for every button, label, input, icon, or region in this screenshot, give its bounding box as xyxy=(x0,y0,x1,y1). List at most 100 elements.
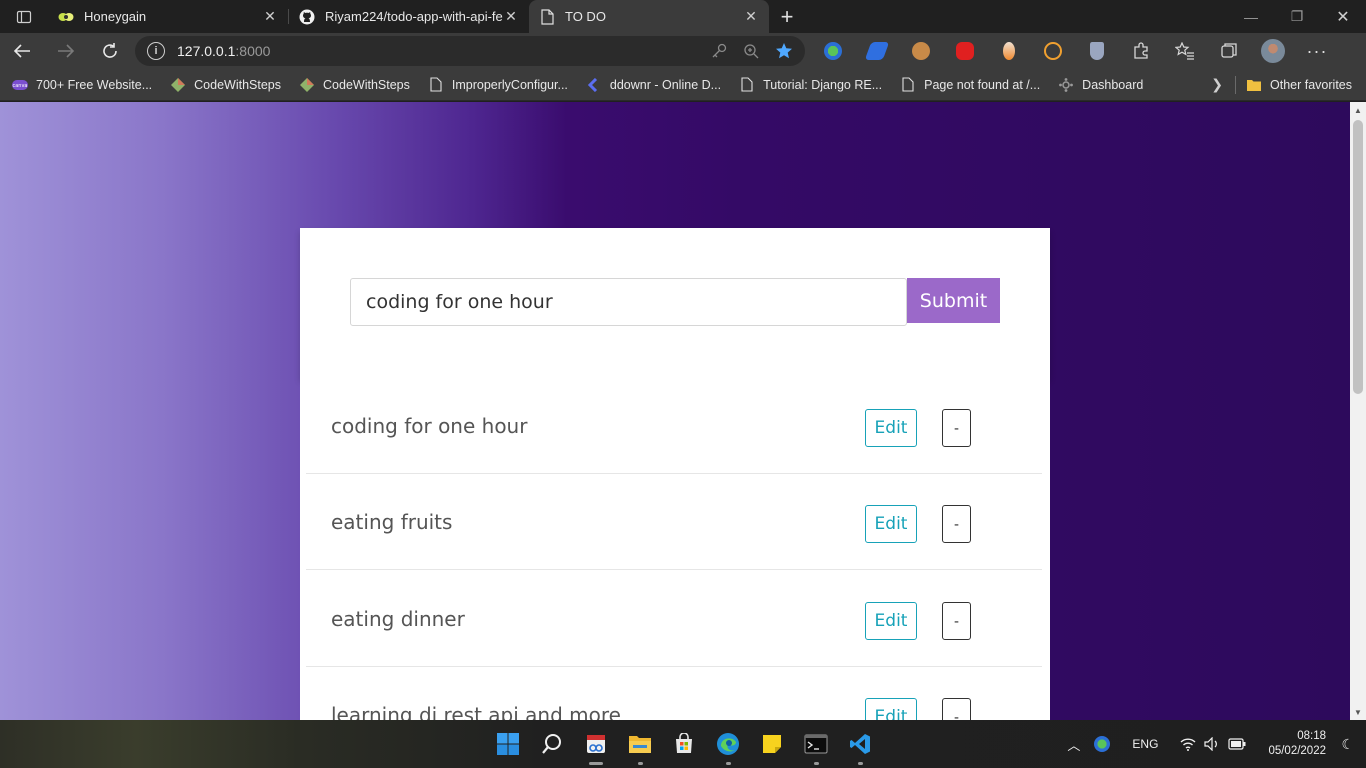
bookmark-item[interactable]: CodeWithSteps xyxy=(299,77,410,93)
extension-adblock-icon[interactable] xyxy=(943,33,987,69)
edge-app[interactable] xyxy=(706,720,750,768)
page-scrollbar[interactable]: ▲ ▼ xyxy=(1350,102,1366,720)
store-icon xyxy=(676,733,692,753)
delete-button[interactable]: - xyxy=(942,409,971,447)
scroll-down-icon[interactable]: ▼ xyxy=(1350,704,1366,720)
scrollbar-thumb[interactable] xyxy=(1353,120,1363,394)
page-viewport: coding for one hour Submit coding for on… xyxy=(0,102,1350,720)
focus-assist-icon[interactable]: ☾ xyxy=(1341,736,1354,753)
bookmark-label: CodeWithSteps xyxy=(194,77,282,92)
sticky-notes-app[interactable] xyxy=(750,720,794,768)
new-tab-button[interactable]: + xyxy=(769,0,805,33)
close-window-icon[interactable]: ✕ xyxy=(1320,0,1366,33)
todo-item: learning dj rest api and more Edit - xyxy=(306,667,1042,720)
vscode-app[interactable] xyxy=(838,720,882,768)
svg-text:canva: canva xyxy=(12,83,27,89)
extension-timer-icon[interactable] xyxy=(1031,33,1075,69)
address-bar[interactable]: i 127.0.0.1:8000 xyxy=(135,36,805,66)
chevron-right-icon[interactable]: ❯ xyxy=(1211,76,1223,93)
bookmark-item[interactable]: Page not found at /... xyxy=(900,77,1040,93)
restore-icon[interactable]: ❐ xyxy=(1274,0,1320,33)
microsoft-store-app[interactable] xyxy=(662,720,706,768)
terminal-app[interactable] xyxy=(794,720,838,768)
submit-button[interactable]: Submit xyxy=(907,278,1000,323)
extension-blue-icon[interactable] xyxy=(855,33,899,69)
tab-github[interactable]: Riyam224/todo-app-with-api-fe ✕ xyxy=(289,0,529,33)
language-indicator[interactable]: ENG xyxy=(1132,737,1158,751)
todo-item: coding for one hour Edit - xyxy=(306,378,1042,474)
todo-text: learning dj rest api and more xyxy=(331,703,621,720)
bookmarks-divider xyxy=(1235,75,1237,94)
todo-input[interactable]: coding for one hour xyxy=(350,278,907,326)
bookmark-item[interactable]: ImproperlyConfigur... xyxy=(428,77,568,93)
bookmark-item[interactable]: canva 700+ Free Website... xyxy=(12,77,152,93)
bookmark-label: Dashboard xyxy=(1082,77,1144,92)
folder-icon xyxy=(1246,77,1262,93)
delete-button[interactable]: - xyxy=(942,698,971,720)
scroll-up-icon[interactable]: ▲ xyxy=(1350,102,1366,118)
battery-icon[interactable] xyxy=(1228,738,1246,750)
delete-button[interactable]: - xyxy=(942,602,971,640)
favorite-star-icon[interactable] xyxy=(775,42,793,60)
snipping-tool-icon xyxy=(587,735,605,753)
bookmark-item[interactable]: ddownr - Online D... xyxy=(586,77,721,93)
extension-globe-icon[interactable] xyxy=(811,33,855,69)
close-tab-icon[interactable]: ✕ xyxy=(503,8,519,25)
search-button[interactable] xyxy=(530,720,574,768)
tab-todo[interactable]: TO DO ✕ xyxy=(529,0,769,33)
ddownr-icon xyxy=(586,77,602,93)
delete-button[interactable]: - xyxy=(942,505,971,543)
other-favorites-label: Other favorites xyxy=(1270,77,1352,92)
snipping-tool-app[interactable] xyxy=(574,720,618,768)
canva-icon: canva xyxy=(12,77,28,93)
close-tab-icon[interactable]: ✕ xyxy=(743,8,759,25)
refresh-button[interactable] xyxy=(88,33,132,69)
bookmark-label: Tutorial: Django RE... xyxy=(763,77,883,92)
key-icon[interactable] xyxy=(711,43,727,59)
system-tray: ︿ ENG 08:18 05/02/2022 xyxy=(1067,720,1366,768)
favorites-list-icon[interactable] xyxy=(1163,33,1207,69)
site-info-icon[interactable]: i xyxy=(147,42,165,60)
file-explorer-app[interactable] xyxy=(618,720,662,768)
vscode-icon xyxy=(850,734,870,754)
other-favorites-folder[interactable]: Other favorites xyxy=(1246,77,1352,93)
back-button[interactable] xyxy=(0,33,44,69)
tab-honeygain[interactable]: Honeygain ✕ xyxy=(48,0,288,33)
minimize-icon[interactable]: — xyxy=(1228,0,1274,33)
page-icon xyxy=(428,77,444,93)
tray-app-icon[interactable] xyxy=(1094,736,1111,752)
extensions-bar: ··· xyxy=(811,33,1339,69)
bookmark-item[interactable]: CodeWithSteps xyxy=(170,77,281,93)
edit-button[interactable]: Edit xyxy=(865,505,917,543)
start-button[interactable] xyxy=(486,720,530,768)
todo-list: coding for one hour Edit - eating fruits… xyxy=(300,378,1050,720)
extension-fox-icon[interactable] xyxy=(987,33,1031,69)
forward-button[interactable] xyxy=(44,33,88,69)
edit-button[interactable]: Edit xyxy=(865,602,917,640)
close-tab-icon[interactable]: ✕ xyxy=(262,8,278,25)
bookmark-item[interactable]: Dashboard xyxy=(1058,77,1143,93)
extensions-puzzle-icon[interactable] xyxy=(1119,33,1163,69)
tab-title: Honeygain xyxy=(84,9,147,24)
extension-cookie-icon[interactable] xyxy=(899,33,943,69)
todo-text: eating fruits xyxy=(331,510,453,534)
volume-icon[interactable] xyxy=(1204,737,1220,751)
terminal-icon xyxy=(804,734,828,754)
settings-more-icon[interactable]: ··· xyxy=(1295,33,1339,69)
zoom-icon[interactable] xyxy=(743,43,759,59)
extension-shield-icon[interactable] xyxy=(1075,33,1119,69)
wifi-icon[interactable] xyxy=(1180,737,1196,751)
clock[interactable]: 08:18 05/02/2022 xyxy=(1268,729,1326,759)
clock-time: 08:18 xyxy=(1297,730,1326,742)
github-icon xyxy=(299,9,315,25)
edit-button[interactable]: Edit xyxy=(865,409,917,447)
tab-strip: Honeygain ✕ Riyam224/todo-app-with-api-f… xyxy=(0,0,1366,33)
collections-icon[interactable] xyxy=(1207,33,1251,69)
refresh-icon xyxy=(103,43,117,58)
profile-avatar[interactable] xyxy=(1251,33,1295,69)
bookmark-item[interactable]: Tutorial: Django RE... xyxy=(739,77,882,93)
tab-actions-button[interactable] xyxy=(0,0,48,33)
chevron-up-icon[interactable]: ︿ xyxy=(1067,735,1080,754)
edit-button[interactable]: Edit xyxy=(865,698,917,720)
bookmarks-bar: canva 700+ Free Website... CodeWithSteps… xyxy=(0,69,1366,101)
